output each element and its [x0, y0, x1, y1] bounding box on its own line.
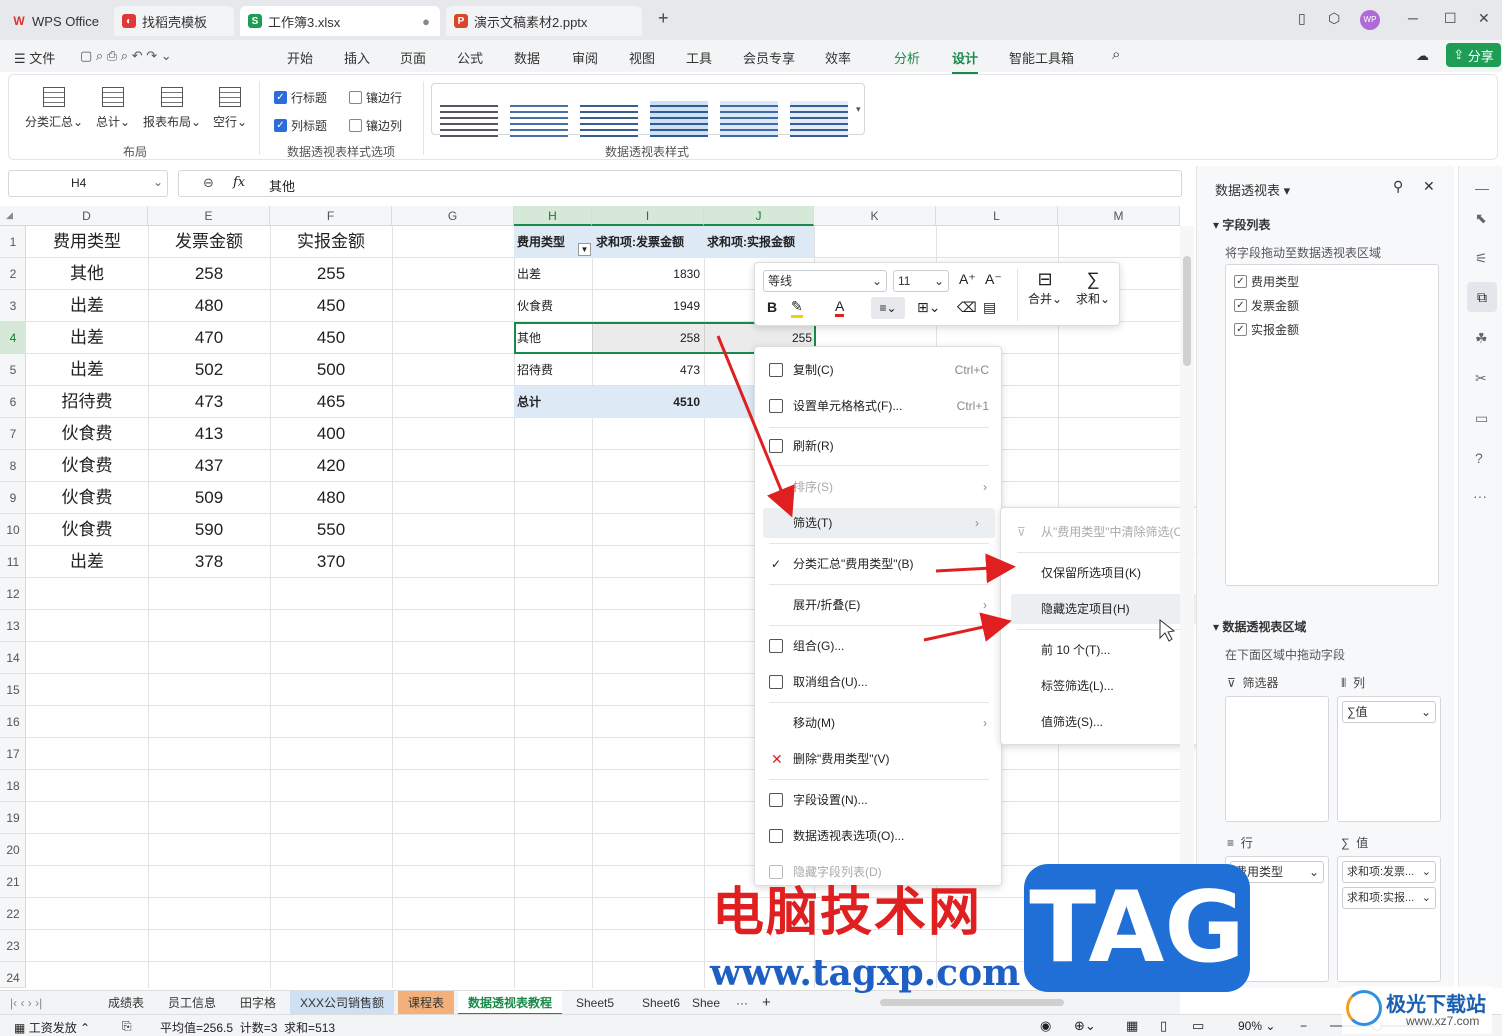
- settings-icon[interactable]: ⊕⌄: [1074, 1018, 1096, 1034]
- field-list-hint: 将字段拖动至数据透视表区域: [1225, 246, 1382, 260]
- field-actual-checkbox[interactable]: ✓ 实报金额: [1234, 321, 1299, 338]
- sheet-nav-icons[interactable]: |‹ ‹ › ›|: [0, 991, 52, 1015]
- field-invoice-checkbox[interactable]: ✓ 发票金额: [1234, 297, 1299, 314]
- status-bar: ▦ 工资发放 ⌃ ⎘ 平均值=256.5 计数=3 求和=513 ◉ ⊕⌄ ▦ …: [0, 1014, 1502, 1036]
- sheet-tab-active[interactable]: 数据透视表教程: [458, 991, 563, 1015]
- filter-icon: ⊽: [1227, 676, 1236, 690]
- pin-icon[interactable]: ⚲: [1393, 178, 1403, 195]
- more-icon[interactable]: ···: [1473, 488, 1487, 504]
- side-rail: — ⬉ ⚟ ⧉ ☘ ✂ ▭ ? ···: [1458, 166, 1502, 988]
- chevron-down-icon: ⌄: [1308, 865, 1319, 879]
- filter-area-label: ⊽ 筛选器: [1227, 676, 1279, 690]
- select-icon[interactable]: ⬉: [1475, 210, 1487, 227]
- mode-indicator[interactable]: ▦ 工资发放 ⌃: [14, 1019, 90, 1036]
- check-icon: ✓: [1234, 323, 1247, 336]
- sheet-tab[interactable]: XXX公司销售额: [290, 991, 395, 1015]
- value-item-actual[interactable]: 求和项:实报... ⌄: [1342, 887, 1436, 909]
- collapse-icon[interactable]: —: [1475, 180, 1489, 196]
- field-list-box: ✓ 费用类型 ✓ 发票金额 ✓ 实报金额: [1225, 264, 1439, 586]
- book-icon[interactable]: ▭: [1475, 410, 1488, 427]
- pivot-panel-icon[interactable]: ⧉: [1467, 282, 1497, 312]
- value-area-label: ∑ 值: [1341, 836, 1369, 850]
- chevron-down-icon: ⌄: [1420, 705, 1431, 719]
- sigma-icon: ∑: [1341, 836, 1350, 850]
- row-area-label: ≡ 行: [1227, 836, 1253, 850]
- sheet-tab[interactable]: Shee: [686, 991, 726, 1015]
- field-type-checkbox[interactable]: ✓ 费用类型: [1234, 273, 1299, 290]
- horizontal-scrollbar[interactable]: [880, 999, 1064, 1006]
- site-logo: 极光下载站 www.xz7.com: [1342, 986, 1492, 1034]
- tools-icon[interactable]: ✂: [1475, 370, 1487, 387]
- sliders-icon[interactable]: ⚟: [1475, 250, 1488, 267]
- arrow-to-filter: [716, 335, 795, 518]
- sheet-tab[interactable]: Sheet5: [566, 991, 624, 1015]
- rows-icon: ≡: [1227, 836, 1235, 850]
- normal-view-icon[interactable]: ▦: [1126, 1018, 1138, 1034]
- zoom-level[interactable]: 90% ⌄: [1238, 1019, 1275, 1033]
- site-logo-url: www.xz7.com: [1406, 1014, 1480, 1028]
- watermark-tag-logo: TAG: [1024, 864, 1250, 992]
- field-list-title[interactable]: ▾ 字段列表: [1213, 216, 1270, 233]
- sheet-tab[interactable]: Sheet6: [632, 991, 690, 1015]
- area-title[interactable]: ▾ 数据透视表区域: [1213, 618, 1306, 635]
- site-logo-name: 极光下载站: [1386, 994, 1486, 1016]
- grid-icon: ▦: [14, 1021, 26, 1035]
- eye-icon[interactable]: ◉: [1040, 1018, 1051, 1034]
- check-icon: ✓: [1234, 275, 1247, 288]
- zoom-out-icon[interactable]: −: [1300, 1019, 1307, 1033]
- arrow-to-keep-selected: [935, 553, 1016, 584]
- watermark-url: www.tagxp.com: [710, 952, 1021, 994]
- column-drop-area[interactable]: ∑值 ⌄: [1337, 696, 1441, 822]
- column-area-label: ⦀ 列: [1341, 676, 1365, 690]
- sheet-tab[interactable]: 成绩表: [98, 991, 154, 1015]
- sheet-tab[interactable]: 员工信息: [158, 991, 226, 1015]
- sheet-tab[interactable]: 课程表: [398, 991, 455, 1015]
- arrow-to-hide-selected: [923, 612, 1012, 642]
- mouse-cursor-icon: [1159, 618, 1176, 642]
- watermark-cn: 电脑技术网: [712, 883, 983, 943]
- columns-icon: ⦀: [1341, 676, 1347, 690]
- ai-icon[interactable]: ☘: [1475, 330, 1488, 347]
- page-break-icon[interactable]: ▭: [1192, 1018, 1204, 1034]
- check-icon: ✓: [1234, 299, 1247, 312]
- filter-drop-area[interactable]: [1225, 696, 1329, 822]
- site-logo-icon: [1346, 990, 1382, 1026]
- column-item-values[interactable]: ∑值 ⌄: [1342, 701, 1436, 723]
- panel-title[interactable]: 数据透视表 ▾: [1215, 180, 1290, 199]
- sheet-tab[interactable]: 田字格: [230, 991, 286, 1015]
- scroll-thumb[interactable]: [1183, 256, 1191, 366]
- add-sheet-icon[interactable]: +: [752, 991, 781, 1015]
- page-layout-icon[interactable]: ▯: [1160, 1018, 1167, 1034]
- value-drop-area[interactable]: 求和项:发票... ⌄ 求和项:实报... ⌄: [1337, 856, 1441, 982]
- help-icon[interactable]: ?: [1475, 450, 1483, 466]
- chevron-down-icon: ⌄: [1421, 866, 1431, 878]
- value-item-invoice[interactable]: 求和项:发票... ⌄: [1342, 861, 1436, 883]
- chevron-down-icon: ⌄: [1421, 892, 1431, 904]
- area-hint: 在下面区域中拖动字段: [1225, 648, 1346, 662]
- panel-close-icon[interactable]: ✕: [1423, 178, 1435, 195]
- selection-stats: 平均值=256.5 计数=3 求和=513: [160, 1021, 336, 1035]
- macro-icon[interactable]: ⎘: [122, 1019, 132, 1034]
